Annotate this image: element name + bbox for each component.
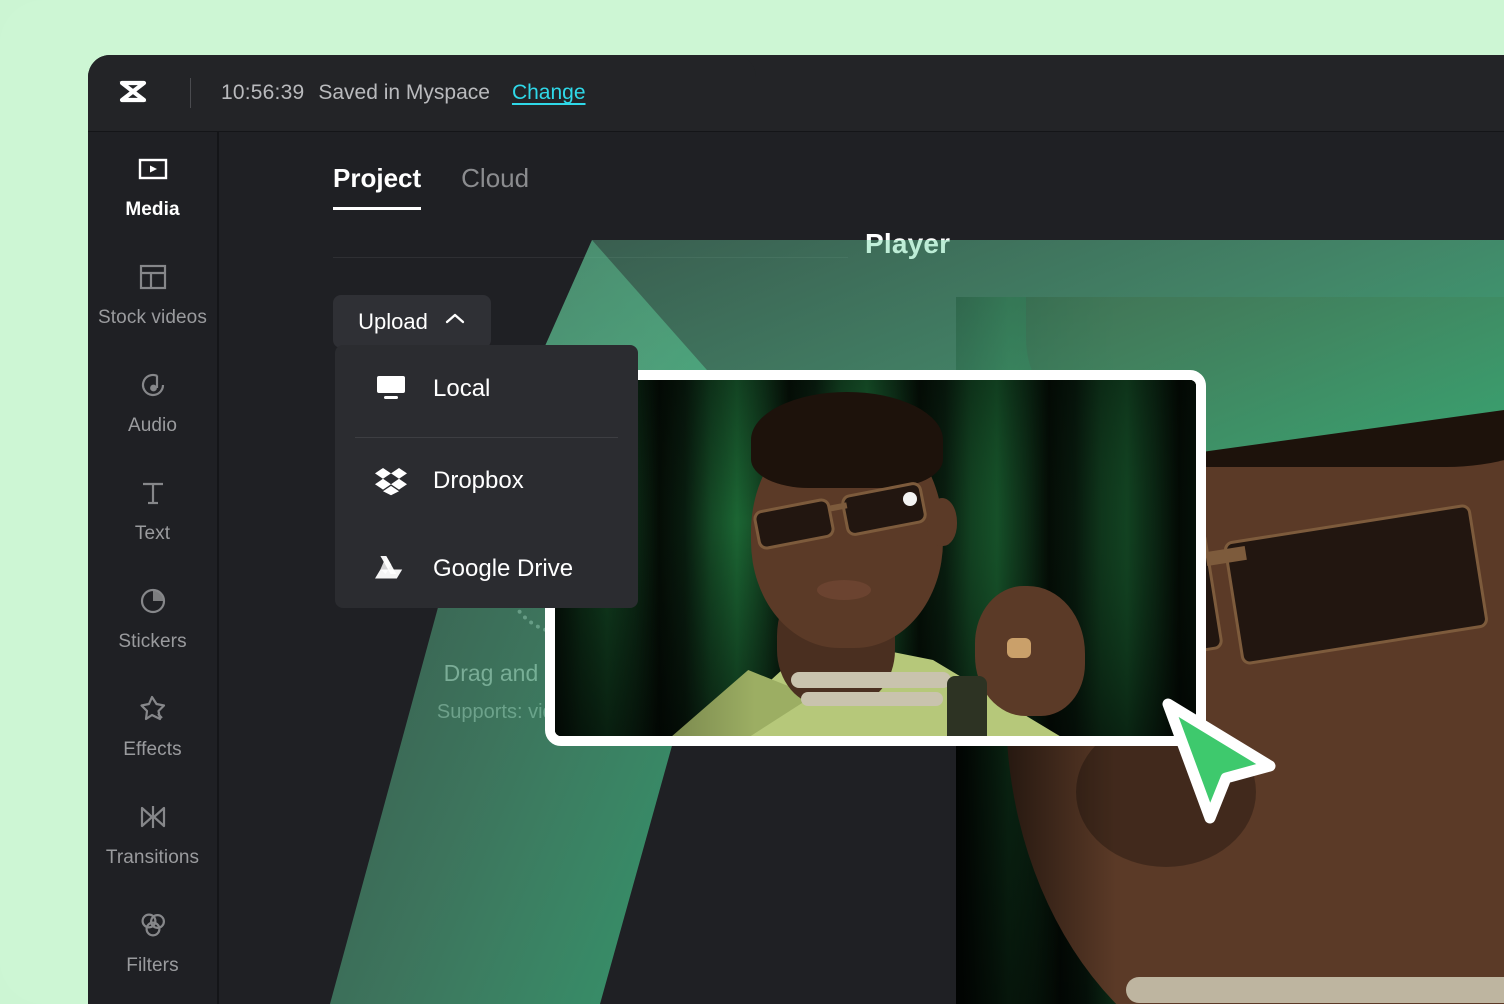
sidebar-item-label: Stock videos: [98, 306, 207, 328]
sidebar-item-audio[interactable]: Audio: [88, 348, 217, 456]
upload-menu[interactable]: Local Dropbox Google Drive: [335, 345, 638, 608]
filters-icon: [137, 908, 169, 942]
titlebar: 10:56:39 Saved in Myspace Change: [88, 55, 756, 131]
sidebar-item-stickers[interactable]: Stickers: [88, 564, 217, 672]
upload-menu-item-label: Google Drive: [433, 555, 574, 582]
necklace-chain-lower: [801, 692, 943, 706]
sidebar-item-label: Filters: [126, 954, 179, 976]
media-icon: [137, 152, 169, 186]
sidebar-item-label: Audio: [127, 414, 178, 436]
sidebar-item-label: Stickers: [118, 630, 187, 652]
selection-preview-image: [555, 380, 1196, 736]
sidebar-item-effects[interactable]: Effects: [88, 672, 217, 780]
titlebar-bottom-divider: [88, 131, 1504, 132]
glasses-highlight: [903, 492, 917, 506]
selection-preview: [555, 380, 1196, 736]
sidebar-item-label: Effects: [123, 738, 182, 760]
media-tabs: Project Cloud: [333, 163, 529, 210]
strap-shape: [947, 676, 987, 736]
tab-cloud[interactable]: Cloud: [461, 163, 529, 210]
ear-shape: [927, 498, 957, 546]
upload-menu-item-local[interactable]: Local: [335, 345, 638, 433]
pointer-arrow-cursor: [1152, 690, 1280, 835]
necklace-chain-upper: [791, 672, 951, 688]
effects-icon: [137, 692, 169, 726]
ring-shape: [1007, 638, 1031, 658]
chevron-up-icon: [444, 312, 466, 331]
capcut-logo-icon[interactable]: [110, 70, 156, 116]
sidebar-item-label: Transitions: [105, 846, 200, 868]
sidebar-item-filters[interactable]: Filters: [88, 888, 217, 996]
project-time: 10:56:39: [221, 81, 305, 104]
sidebar-item-label: Media: [125, 198, 180, 220]
sidebar: Media Stock videos Audio Text Stickers E…: [88, 132, 217, 1004]
necklace: [1126, 977, 1504, 1003]
change-location-link[interactable]: Change: [512, 81, 586, 105]
titlebar-divider: [190, 78, 191, 108]
text-icon: [137, 476, 169, 510]
audio-icon: [137, 368, 169, 402]
monitor-icon: [369, 374, 413, 404]
upload-button[interactable]: Upload: [333, 295, 491, 348]
sidebar-item-media[interactable]: Media: [88, 132, 217, 240]
google-drive-icon: [369, 554, 413, 584]
transitions-icon: [137, 800, 169, 834]
player-title: Player: [865, 228, 951, 259]
sidebar-item-text[interactable]: Text: [88, 456, 217, 564]
upload-menu-item-label: Dropbox: [433, 467, 524, 494]
sidebar-item-transitions[interactable]: Transitions: [88, 780, 217, 888]
upload-button-label: Upload: [358, 308, 428, 334]
stickers-icon: [137, 584, 169, 618]
upload-menu-item-dropbox[interactable]: Dropbox: [335, 437, 638, 525]
tabs-rule: [333, 257, 848, 258]
stock-videos-icon: [137, 260, 169, 294]
hair-shape: [751, 392, 943, 488]
save-status: Saved in Myspace: [318, 81, 490, 104]
sidebar-divider: [217, 132, 219, 1004]
dropbox-icon: [369, 466, 413, 496]
mouth-shape: [817, 580, 871, 600]
upload-menu-item-google-drive[interactable]: Google Drive: [335, 525, 638, 608]
upload-menu-item-label: Local: [433, 375, 491, 402]
sidebar-item-label: Text: [134, 522, 171, 544]
sidebar-item-stock-videos[interactable]: Stock videos: [88, 240, 217, 348]
tab-project[interactable]: Project: [333, 163, 422, 210]
selection-rectangle[interactable]: [545, 370, 1206, 746]
